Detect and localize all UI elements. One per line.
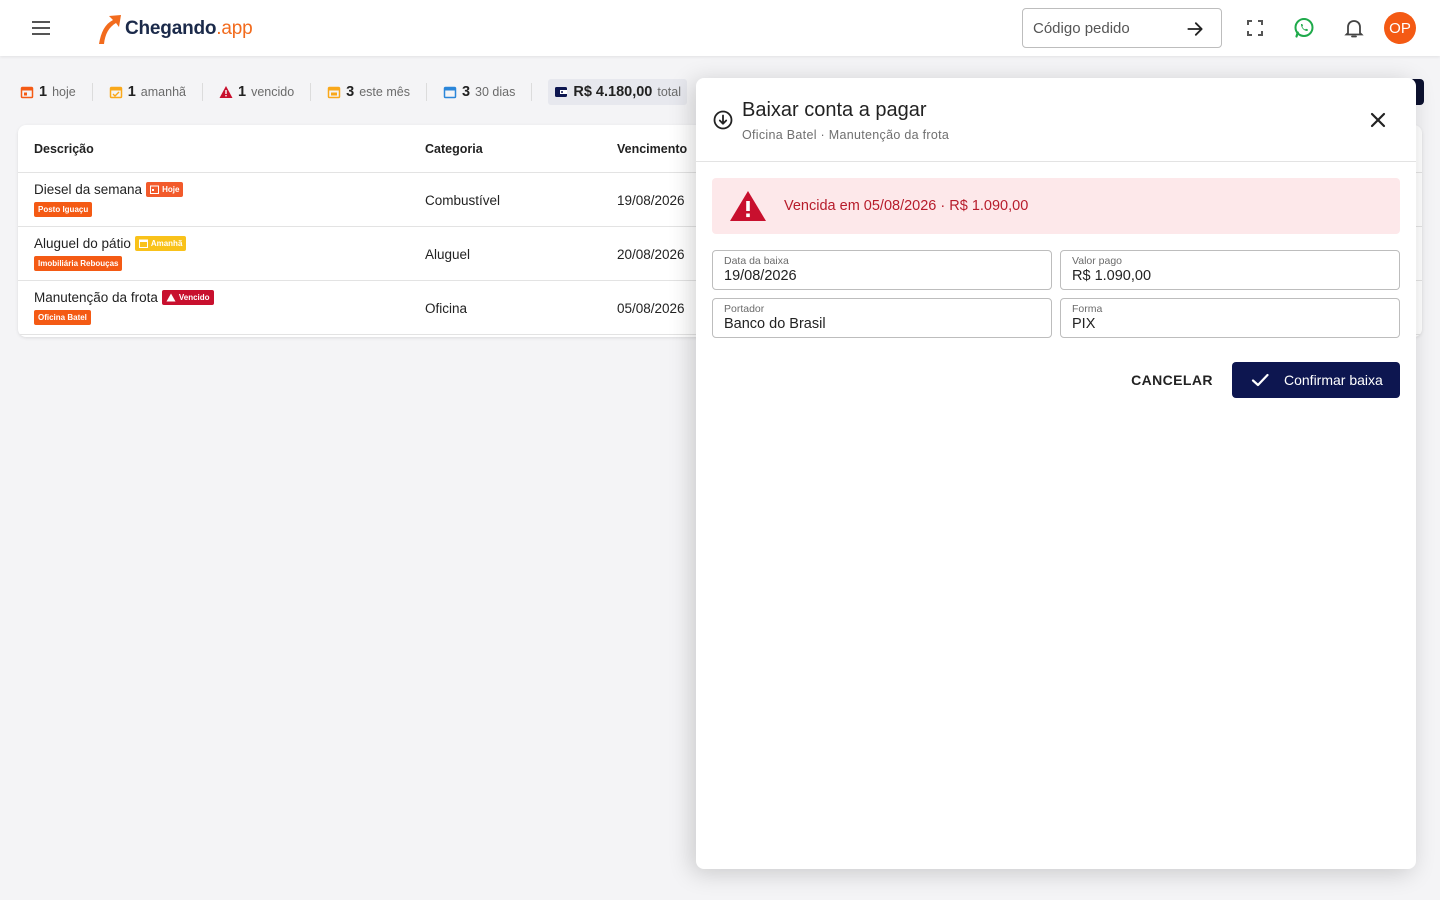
dialog-subtitle: Oficina Batel · Manutenção da frota [742,128,950,142]
header-category[interactable]: Categoria [425,142,483,156]
calendar-icon [138,239,148,248]
arrow-right-icon[interactable] [1185,19,1205,39]
confirm-label: Confirmar baixa [1284,372,1383,388]
confirm-payment-button[interactable]: Confirmar baixa [1232,362,1400,398]
bell-icon[interactable] [1342,16,1366,40]
payment-method-label: Forma [1072,303,1103,315]
row-due: 05/08/2026 [617,301,685,316]
calendar-30-icon [443,86,457,99]
cancel-button[interactable]: CANCELAR [1124,362,1220,398]
order-code-search [1022,8,1222,48]
warning-icon [730,191,766,221]
warning-icon [166,293,176,302]
status-badge: Vencido [161,290,214,305]
summary-bar: 1 hoje 1 amanhã 1 vencido 3 este mês 3 30 dia… [20,78,703,106]
summary-today[interactable]: 1 hoje [20,83,93,101]
status-badge: Amanhã [134,236,187,251]
logo-text: Chegando.app [125,18,253,39]
summary-overdue[interactable]: 1 vencido [219,83,312,101]
amount-paid-input[interactable] [1072,268,1388,284]
row-description: Diesel da semana [34,182,143,197]
warning-icon [219,86,233,98]
row-category: Combustível [425,193,501,208]
check-icon [1251,373,1269,387]
logo-arrow-icon [99,15,121,44]
whatsapp-icon[interactable] [1292,16,1316,40]
close-icon[interactable] [1366,108,1390,132]
dialog-header: Baixar conta a pagar Oficina Batel · Man… [696,78,1416,162]
header-description[interactable]: Descrição [34,142,94,156]
summary-30-days[interactable]: 3 30 dias [443,83,533,101]
row-category: Oficina [425,301,468,316]
summary-total[interactable]: R$ 4.180,00 total [548,79,687,105]
alert-text: Vencida em 05/08/2026 · R$ 1.090,00 [784,198,1029,214]
holder-input[interactable] [724,316,1040,332]
fullscreen-icon[interactable] [1243,16,1267,40]
calendar-icon [150,185,160,194]
logo[interactable]: Chegando.app [95,12,253,46]
status-badge: Hoje [146,182,184,197]
calendar-today-icon [20,86,34,99]
row-due: 20/08/2026 [617,247,685,262]
top-bar: Chegando.app OP [0,0,1440,56]
download-circle-icon [713,110,733,130]
pay-bill-dialog: Baixar conta a pagar Oficina Batel · Man… [696,78,1416,869]
payment-method-input[interactable] [1072,316,1388,332]
payment-method-field: Forma [1060,298,1400,338]
dialog-title: Baixar conta a pagar [742,99,927,121]
payment-date-label: Data da baixa [724,255,789,267]
calendar-month-icon [327,86,341,99]
holder-field: Portador [712,298,1052,338]
vendor-tag: Oficina Batel [34,310,91,325]
amount-paid-label: Valor pago [1072,255,1123,267]
holder-label: Portador [724,303,765,315]
payment-date-input[interactable] [724,268,1040,284]
vendor-tag: Imobiliária Rebouças [34,256,123,271]
overdue-alert: Vencida em 05/08/2026 · R$ 1.090,00 [712,178,1400,234]
vendor-tag: Posto Iguaçu [34,202,93,217]
payment-date-field: Data da baixa [712,250,1052,290]
amount-paid-field: Valor pago [1060,250,1400,290]
header-due[interactable]: Vencimento [617,142,687,156]
summary-tomorrow[interactable]: 1 amanhã [109,83,203,101]
avatar[interactable]: OP [1384,12,1416,44]
row-description: Manutenção da frota [34,290,158,305]
row-category: Aluguel [425,247,471,262]
row-due: 19/08/2026 [617,193,685,208]
row-description: Aluguel do pátio [34,236,131,251]
wallet-icon [555,87,568,97]
menu-icon[interactable] [28,16,54,40]
calendar-tomorrow-icon [109,86,122,99]
order-code-input[interactable] [1033,19,1173,37]
summary-this-month[interactable]: 3 este mês [327,83,427,101]
